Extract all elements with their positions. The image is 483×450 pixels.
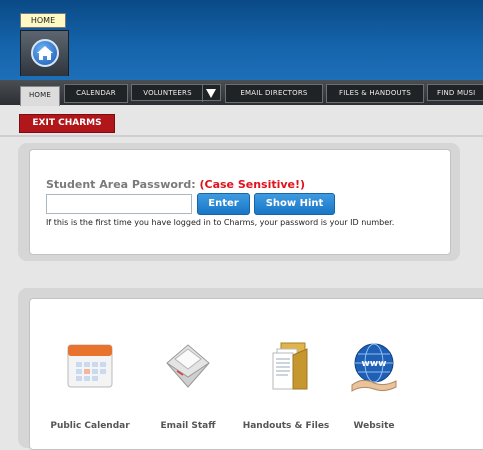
chevron-down-icon <box>206 89 216 98</box>
tab-email-directors[interactable]: EMAIL DIRECTORS <box>225 84 323 103</box>
password-input[interactable] <box>46 194 192 214</box>
quicklink-label: Email Staff <box>160 421 216 431</box>
folder-icon <box>272 342 308 390</box>
envelope-icon <box>166 344 210 388</box>
svg-text:www: www <box>362 359 387 369</box>
quicklink-handouts-files[interactable]: Handouts & Files <box>236 339 336 431</box>
password-label: Student Area Password: (Case Sensitive!) <box>46 178 306 191</box>
case-sensitive-note: (Case Sensitive!) <box>199 178 306 191</box>
main-navigation: HOME CALENDAR VOLUNTEERS EMAIL DIRECTORS… <box>0 80 483 106</box>
enter-button[interactable]: Enter <box>197 193 250 215</box>
quicklink-public-calendar[interactable]: Public Calendar <box>40 339 140 431</box>
quicklink-email-staff[interactable]: Email Staff <box>138 339 238 431</box>
exit-charms-button[interactable]: EXIT CHARMS <box>19 114 115 133</box>
home-icon <box>31 39 59 67</box>
calendar-icon <box>67 344 113 388</box>
quicklinks-panel: Public Calendar Email Staff Handouts & F… <box>18 288 483 450</box>
header-banner <box>0 0 483 80</box>
quicklinks-card: Public Calendar Email Staff Handouts & F… <box>29 298 483 450</box>
password-card: Student Area Password: (Case Sensitive!)… <box>29 149 451 255</box>
tab-calendar[interactable]: CALENDAR <box>64 84 128 103</box>
quicklink-website[interactable]: www Website <box>324 339 424 431</box>
tab-find-music[interactable]: FIND MUSI <box>427 84 483 101</box>
divider <box>0 135 483 137</box>
tab-volunteers[interactable]: VOLUNTEERS <box>131 84 221 102</box>
show-hint-button[interactable]: Show Hint <box>254 193 335 215</box>
home-button[interactable] <box>20 30 69 76</box>
quicklink-label: Handouts & Files <box>242 421 330 431</box>
volunteers-dropdown-toggle[interactable] <box>202 85 220 102</box>
password-panel: Student Area Password: (Case Sensitive!)… <box>18 143 460 261</box>
home-tooltip: HOME <box>20 13 66 28</box>
tab-home[interactable]: HOME <box>20 86 60 106</box>
globe-icon: www <box>351 343 397 392</box>
tab-files-handouts[interactable]: FILES & HANDOUTS <box>326 84 424 103</box>
quicklink-label: Public Calendar <box>50 421 130 431</box>
quicklink-label: Website <box>353 421 395 431</box>
password-help-text: If this is the first time you have logge… <box>46 218 395 227</box>
